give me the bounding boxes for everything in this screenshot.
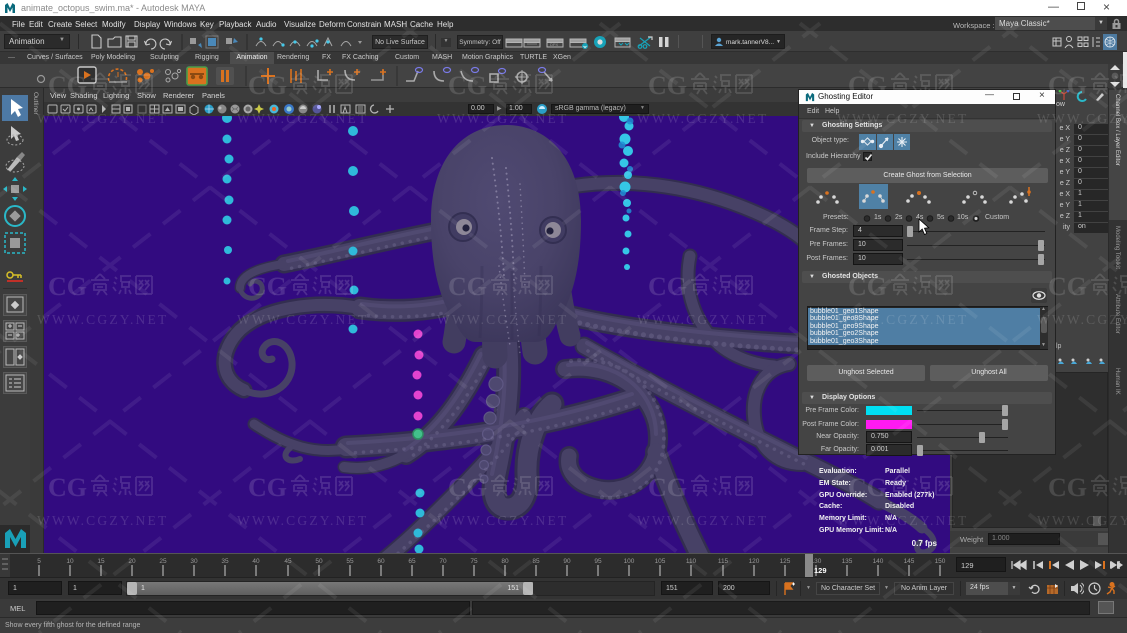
- svg-text:125: 125: [780, 558, 791, 565]
- svg-text:40: 40: [252, 558, 260, 565]
- svg-text:150: 150: [935, 558, 946, 565]
- svg-text:50: 50: [315, 558, 323, 565]
- svg-text:30: 30: [190, 558, 198, 565]
- svg-text:80: 80: [501, 558, 509, 565]
- svg-text:115: 115: [718, 558, 729, 565]
- svg-text:60: 60: [377, 558, 385, 565]
- svg-text:15: 15: [97, 558, 105, 565]
- svg-text:5: 5: [37, 558, 41, 565]
- svg-text:20: 20: [128, 558, 136, 565]
- svg-text:DPX: DPX: [550, 42, 559, 47]
- svg-text:25: 25: [159, 558, 167, 565]
- svg-text:110: 110: [686, 558, 697, 565]
- svg-text:90: 90: [563, 558, 571, 565]
- svg-text:100: 100: [624, 558, 635, 565]
- svg-text:105: 105: [655, 558, 666, 565]
- svg-text:35: 35: [221, 558, 229, 565]
- svg-text:75: 75: [470, 558, 478, 565]
- svg-text:140: 140: [873, 558, 884, 565]
- svg-text:135: 135: [842, 558, 853, 565]
- svg-text:65: 65: [408, 558, 416, 565]
- svg-text:55: 55: [346, 558, 354, 565]
- svg-text:120: 120: [749, 558, 760, 565]
- svg-text:45: 45: [284, 558, 292, 565]
- svg-text:145: 145: [904, 558, 915, 565]
- svg-text:95: 95: [594, 558, 602, 565]
- svg-text:129: 129: [814, 566, 827, 575]
- svg-text:85: 85: [532, 558, 540, 565]
- svg-text:70: 70: [439, 558, 447, 565]
- svg-text:10: 10: [66, 558, 74, 565]
